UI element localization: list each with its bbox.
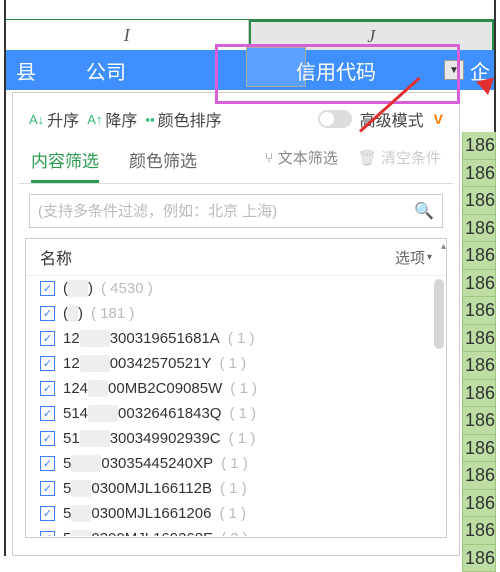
list-item[interactable]: ✓ (XX) ( 4530 )	[26, 276, 446, 301]
checkbox[interactable]: ✓	[40, 356, 55, 371]
checkbox[interactable]: ✓	[40, 481, 55, 496]
trash-icon: 🗑	[358, 150, 377, 167]
item-text: 5XX0300MJL166112B	[63, 480, 212, 497]
sort-desc-button[interactable]: A↑降序	[87, 107, 137, 131]
sort-asc-button[interactable]: A↓升序	[29, 107, 79, 131]
background-cells: 1861861861861861861861861861861861861861…	[462, 132, 496, 572]
checkbox[interactable]: ✓	[40, 406, 55, 421]
search-input[interactable]	[38, 203, 414, 220]
table-header-row: 县 公司 信用代码 ▼ 企	[6, 50, 494, 90]
checkbox[interactable]: ✓	[40, 306, 55, 321]
scroll-up-icon[interactable]: ▴	[441, 241, 446, 252]
filter-panel: A↓升序 A↑降序 ▪▪颜色排序 高级模式 V 内容筛选 颜色筛选 ⑂ 文本筛选…	[12, 92, 460, 556]
filter-dropdown-button[interactable]: ▼	[444, 60, 464, 80]
item-count: ( 1 )	[221, 455, 248, 472]
item-text: 12XXX300319651681A	[63, 330, 220, 347]
item-count: ( 1 )	[219, 505, 246, 522]
header-enterprise: 企	[470, 56, 490, 85]
item-count: ( 181 )	[91, 305, 134, 322]
list-item[interactable]: ✓ 12XXX00342570521Y ( 1 )	[26, 351, 446, 376]
list-item[interactable]: ✓ 12XXX300319651681A ( 1 )	[26, 326, 446, 351]
item-text: (XX)	[63, 280, 93, 297]
checkbox[interactable]: ✓	[40, 331, 55, 346]
item-text: 514XXX00326461843Q	[63, 405, 221, 422]
item-text: 124XX00MB2C09085W	[63, 380, 222, 397]
item-text: 51XXX300349902939C	[63, 430, 221, 447]
item-text: 5XX0300MJL1661206	[63, 505, 211, 522]
item-count: ( 1 )	[229, 430, 256, 447]
scrollbar-thumb[interactable]	[434, 279, 444, 349]
chevron-down-icon: ▾	[427, 252, 432, 263]
item-count: ( 1 )	[229, 405, 256, 422]
column-headers: I J	[6, 20, 494, 50]
item-count: ( 1 )	[228, 330, 255, 347]
checkbox[interactable]: ✓	[40, 456, 55, 471]
advanced-label: 高级模式	[360, 107, 424, 131]
item-text: (X)	[63, 305, 83, 322]
list-item[interactable]: ✓ 5XXX03035445240XP ( 1 )	[26, 451, 446, 476]
funnel-icon: ⑂	[265, 150, 274, 167]
column-i[interactable]: I	[6, 20, 249, 50]
sort-color-button[interactable]: ▪▪颜色排序	[145, 107, 221, 131]
tab-content-filter[interactable]: 内容筛选	[31, 147, 99, 183]
list-item[interactable]: ✓ 514XXX00326461843Q ( 1 )	[26, 401, 446, 426]
list-item[interactable]: ✓ 124XX00MB2C09085W ( 1 )	[26, 376, 446, 401]
header-credit-code: 信用代码	[296, 56, 376, 85]
checkbox[interactable]: ✓	[40, 431, 55, 446]
list-options-button[interactable]: 选项▾	[395, 245, 432, 269]
header-county: 县	[16, 56, 36, 85]
item-count: ( 2 )	[221, 530, 248, 536]
list-item[interactable]: ✓ (X) ( 181 )	[26, 301, 446, 326]
list-header-name: 名称	[40, 245, 72, 269]
list-item[interactable]: ✓ 51XXX300349902939C ( 1 )	[26, 426, 446, 451]
item-text: 12XXX00342570521Y	[63, 355, 211, 372]
advanced-toggle[interactable]	[318, 110, 352, 128]
column-j[interactable]: J	[249, 20, 495, 50]
item-text: 5XXX03035445240XP	[63, 455, 213, 472]
text-filter-button[interactable]: ⑂ 文本筛选	[265, 147, 338, 183]
filter-list: ✓ (XX) ( 4530 ) ✓ (X) ( 181 ) ✓ 12XXX30031965…	[26, 276, 446, 536]
list-item[interactable]: ✓ 5XX0300MJL1661206 ( 1 )	[26, 501, 446, 526]
item-count: ( 1 )	[219, 355, 246, 372]
list-item[interactable]: ✓ 5XX0300MJL166112B ( 1 )	[26, 476, 446, 501]
item-text: 5XX0300MJL169268E	[63, 530, 213, 536]
clear-conditions-button[interactable]: 🗑 清空条件	[358, 147, 441, 183]
item-count: ( 1 )	[230, 380, 257, 397]
vip-badge-icon: V	[434, 111, 443, 127]
header-company: 公司	[86, 56, 126, 85]
search-icon[interactable]: 🔍	[414, 201, 434, 221]
tab-color-filter[interactable]: 颜色筛选	[129, 147, 197, 183]
checkbox[interactable]: ✓	[40, 531, 55, 536]
item-count: ( 1 )	[220, 480, 247, 497]
checkbox[interactable]: ✓	[40, 381, 55, 396]
search-box: 🔍	[29, 194, 443, 228]
list-item[interactable]: ✓ 5XX0300MJL169268E ( 2 )	[26, 526, 446, 536]
checkbox[interactable]: ✓	[40, 506, 55, 521]
checkbox[interactable]: ✓	[40, 281, 55, 296]
item-count: ( 4530 )	[101, 280, 153, 297]
